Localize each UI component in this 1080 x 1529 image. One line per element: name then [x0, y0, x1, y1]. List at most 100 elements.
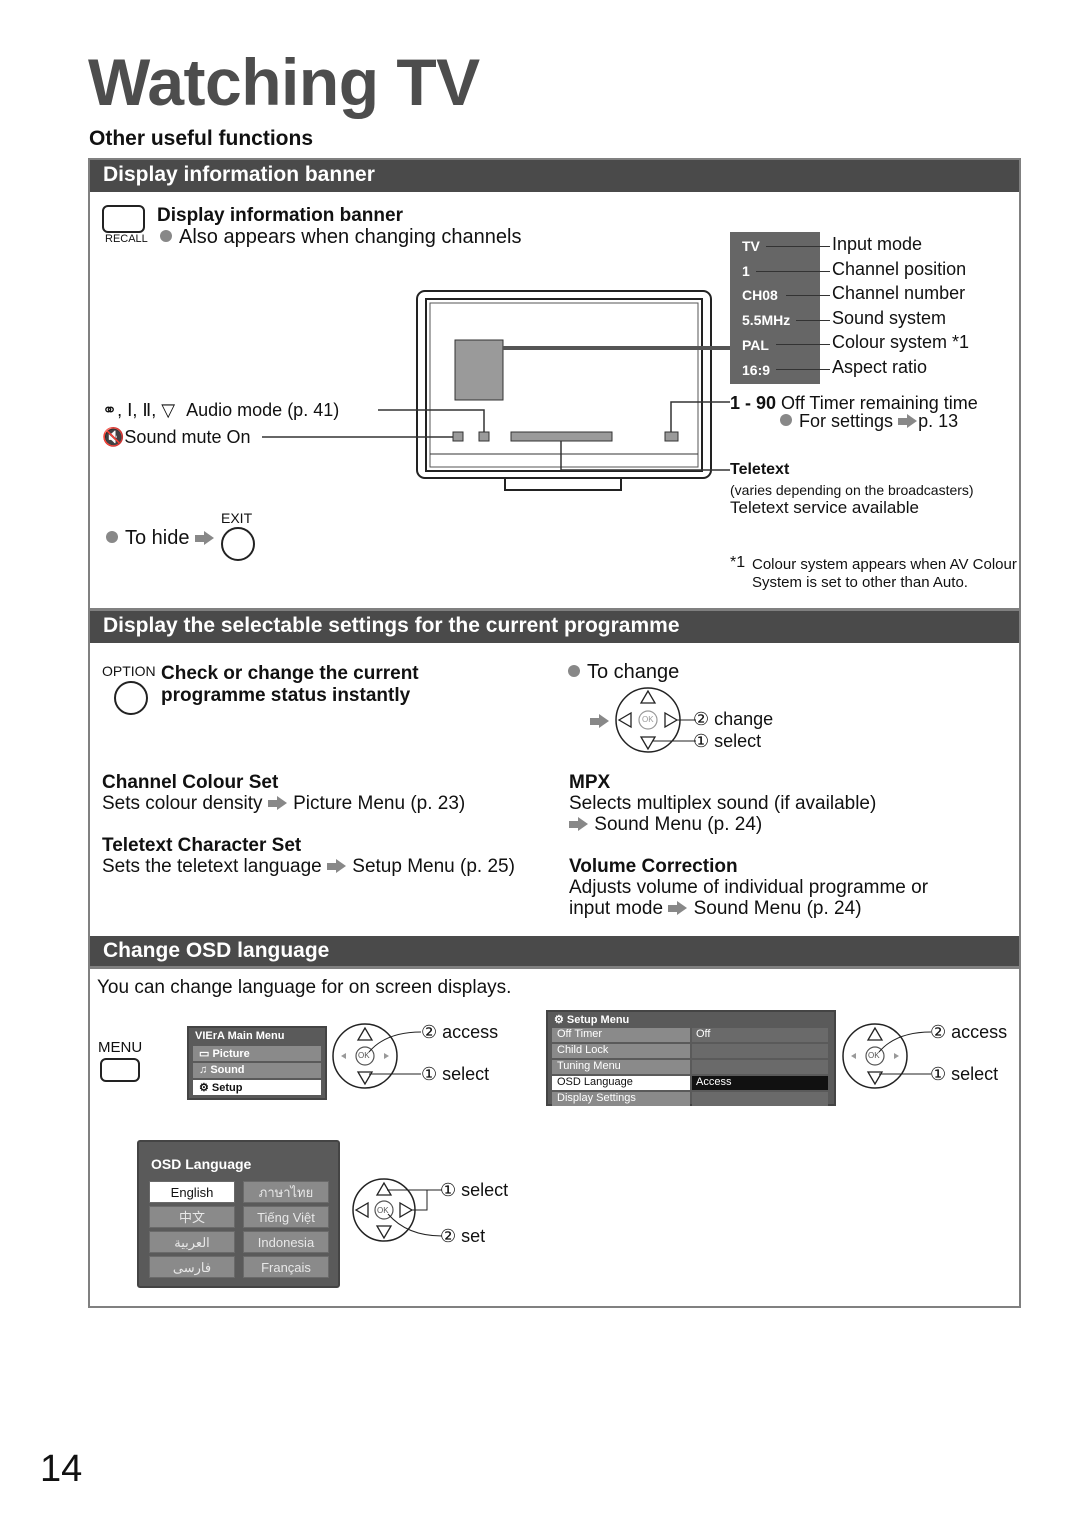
item-channel-colour-set-title: Channel Colour Set [102, 772, 279, 793]
dpad1-select-label: ① select [421, 1064, 490, 1084]
banner-input-mode: TV [742, 238, 760, 254]
lang-option-indonesia[interactable]: Indonesia [243, 1231, 329, 1253]
dpad-select-label: ① select [693, 731, 762, 751]
arrow-icon [590, 714, 610, 728]
option-button[interactable] [114, 681, 148, 715]
banner-colour-system: PAL [742, 337, 769, 353]
audio-mode-row: ⚭, Ⅰ, Ⅱ, ▽ Audio mode (p. 41) [102, 400, 340, 420]
item-volume-correction-desc: Adjusts volume of individual programme o… [569, 877, 929, 898]
label-channel-number: Channel number [832, 283, 966, 303]
main-menu-item-picture[interactable]: ▭ Picture [193, 1046, 321, 1061]
menu-button[interactable] [100, 1058, 140, 1082]
bullet-icon [780, 414, 792, 426]
tv-timer-indicator [664, 431, 679, 442]
bullet-icon [568, 665, 580, 677]
teletext-desc: Teletext service available [730, 498, 919, 517]
footnote-line1: Colour system appears when AV Colour [752, 556, 1017, 573]
option-heading-line1: Check or change the current [161, 663, 419, 684]
setup-menu-osd: ⚙ Setup Menu Off Timer Off Child Lock Tun… [546, 1010, 836, 1106]
lang-option-vietnamese[interactable]: Tiếng Việt [243, 1206, 329, 1228]
section-title-osd-language: Change OSD language [90, 936, 1019, 968]
footnote-mark: *1 [730, 554, 746, 571]
option-label: OPTION [102, 663, 156, 679]
dpad2-access-label: ② access [930, 1022, 1008, 1042]
item-volume-correction-title: Volume Correction [569, 856, 738, 877]
banner-channel-position: 1 [742, 263, 750, 279]
tv-audio-indicator [478, 431, 490, 442]
label-input-mode: Input mode [832, 234, 923, 254]
ok-label: OK [358, 1051, 370, 1060]
menu-label: MENU [98, 1039, 143, 1056]
lang-option-thai[interactable]: ภาษาไทย [243, 1181, 329, 1203]
osd-intro: You can change language for on screen di… [97, 977, 512, 998]
main-menu-title: VIErA Main Menu [195, 1030, 285, 1042]
osd-language-title: OSD Language [151, 1156, 252, 1172]
exit-label: EXIT [221, 510, 253, 526]
arrow-icon [569, 817, 589, 831]
main-menu-item-sound[interactable]: ♫ Sound [193, 1063, 321, 1078]
tv-stand [504, 477, 622, 491]
label-sound-system: Sound system [832, 308, 947, 328]
lang-option-francais[interactable]: Français [243, 1256, 329, 1278]
arrow-icon [898, 414, 918, 428]
label-aspect-ratio: Aspect ratio [832, 357, 928, 377]
dpad3-set-label: ② set [440, 1226, 486, 1246]
main-menu-item-setup[interactable]: ⚙ Setup [193, 1080, 321, 1095]
tv-banner-area [454, 339, 504, 401]
sound-mute-row: 🔇Sound mute On [102, 427, 251, 447]
dpad1-access-label: ② access [421, 1022, 499, 1042]
label-channel-position: Channel position [832, 259, 967, 279]
arrow-icon [668, 901, 688, 915]
footnote-line2: System is set to other than Auto. [752, 574, 968, 591]
lang-option-english[interactable]: English [149, 1181, 235, 1203]
arrow-icon [267, 796, 288, 810]
info-banner-box: TV 1 CH08 5.5MHz PAL 16:9 [730, 232, 820, 384]
setup-row-osd-language[interactable]: OSD Language Access [552, 1076, 832, 1090]
osd-language-panel: OSD Language English ภาษาไทย 中文 Tiếng Vi… [137, 1140, 340, 1288]
setup-menu-title: ⚙ Setup Menu [554, 1014, 630, 1026]
setup-row-display-settings[interactable]: Display Settings [552, 1092, 832, 1106]
item-channel-colour-set-desc: Sets colour density Picture Menu (p. 23) [102, 793, 466, 814]
to-hide-row: To hide [106, 527, 215, 550]
dpad2-select-label: ① select [930, 1064, 999, 1084]
item-teletext-charset-title: Teletext Character Set [102, 835, 302, 856]
label-colour-system: Colour system *1 [832, 332, 970, 352]
page-subtitle: Other useful functions [89, 127, 314, 150]
mute-icon: 🔇 [102, 427, 125, 447]
banner-channel-number: CH08 [742, 287, 778, 303]
item-teletext-charset-desc: Sets the teletext language Setup Menu (p… [102, 856, 515, 877]
ok-label: OK [868, 1051, 880, 1060]
banner-sound-system: 5.5MHz [742, 312, 791, 328]
main-menu-osd: VIErA Main Menu ▭ Picture ♫ Sound ⚙ Setu… [187, 1026, 327, 1100]
section-title-selectable-settings: Display the selectable settings for the … [90, 611, 1019, 643]
dpad3-select-label: ① select [440, 1180, 509, 1200]
ok-label: OK [377, 1206, 389, 1215]
banner-aspect-ratio: 16:9 [742, 362, 771, 378]
item-mpx-desc: Selects multiplex sound (if available) [569, 793, 877, 814]
exit-button[interactable] [221, 527, 255, 561]
lang-option-arabic[interactable]: العربية [149, 1231, 235, 1253]
tv-mute-indicator [452, 431, 464, 442]
ok-label: OK [642, 715, 654, 724]
teletext-note: (varies depending on the broadcasters) [730, 482, 974, 498]
arrow-icon [195, 531, 215, 545]
setup-row-child-lock[interactable]: Child Lock [552, 1044, 832, 1058]
setup-row-off-timer[interactable]: Off Timer Off [552, 1028, 832, 1042]
audio-mode-icons: ⚭, Ⅰ, Ⅱ, ▽ [102, 400, 176, 420]
item-volume-correction-target: input mode Sound Menu (p. 24) [569, 898, 862, 919]
page-number: 14 [40, 1448, 83, 1490]
lang-option-persian[interactable]: فارسی [149, 1256, 235, 1278]
lang-option-chinese[interactable]: 中文 [149, 1206, 235, 1228]
dpad-change-label: ② change [693, 709, 774, 729]
option-heading-line2: programme status instantly [161, 685, 411, 706]
page-title: Watching TV [88, 45, 480, 119]
content-frame: Display information banner RECALL Displa… [88, 158, 1021, 1308]
item-mpx-target: Sound Menu (p. 24) [569, 814, 762, 836]
arrow-icon [327, 859, 347, 873]
bullet-icon [106, 531, 118, 543]
setup-row-tuning-menu[interactable]: Tuning Menu [552, 1060, 832, 1074]
dpad-icon[interactable] [610, 686, 700, 756]
item-mpx-title: MPX [569, 772, 611, 793]
to-change-row: To change [568, 661, 679, 684]
teletext-title: Teletext [730, 461, 790, 478]
